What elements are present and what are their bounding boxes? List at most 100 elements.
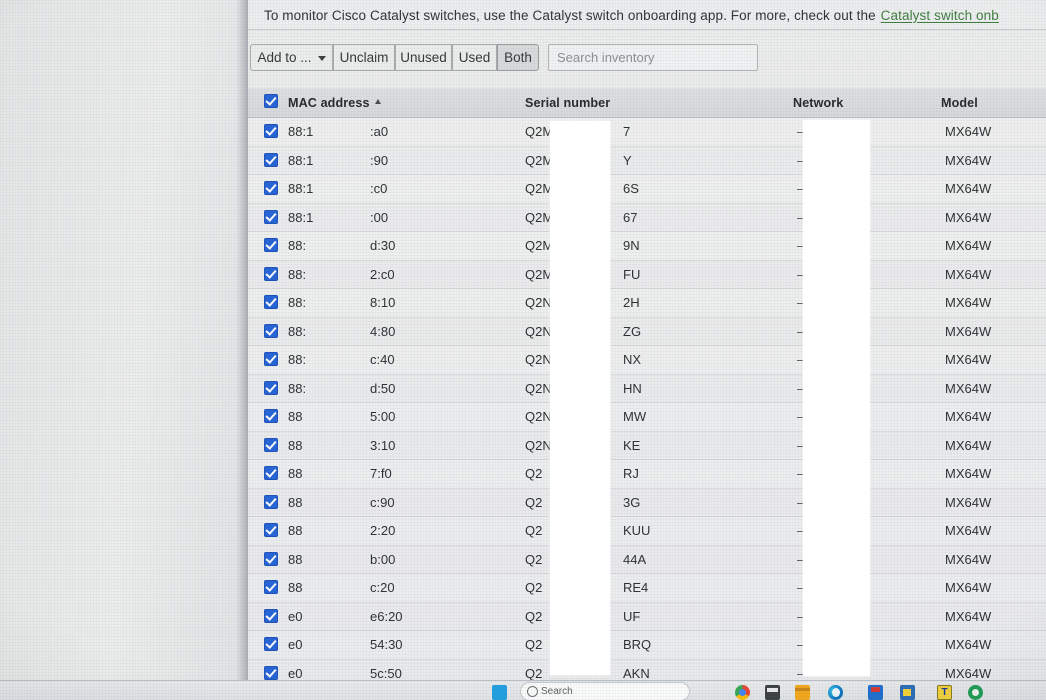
search-input[interactable] — [549, 45, 757, 70]
table-row[interactable]: 88 2:20 Q2 KUU — MX64W — [248, 517, 1046, 546]
cell-mac-address: 88: — [288, 295, 307, 311]
catalyst-banner: To monitor Cisco Catalyst switches, use … — [248, 0, 1046, 30]
row-select-checkbox[interactable] — [264, 409, 278, 423]
toolbox-icon[interactable] — [868, 685, 883, 700]
cell-serial-number: Q2N — [525, 352, 552, 368]
table-row[interactable]: e0 e6:20 Q2 UF — MX64W — [248, 602, 1046, 631]
cell-mac-address-suffix: :90 — [370, 152, 389, 168]
table-row[interactable]: e0 54:30 Q2 BRQ — MX64W — [248, 631, 1046, 660]
taskbar-search-box[interactable]: Search — [520, 682, 690, 700]
blue-app-icon[interactable] — [900, 685, 915, 700]
cell-serial-number-suffix: UF — [623, 608, 641, 624]
table-row[interactable]: 88: 8:10 Q2N 2H — MX64W — [248, 289, 1046, 318]
cell-model: MX64W — [945, 637, 992, 653]
cell-model: MX64W — [945, 352, 992, 368]
cell-mac-address: 88 — [288, 494, 303, 510]
row-select-checkbox[interactable] — [264, 551, 278, 566]
row-select-checkbox[interactable] — [264, 523, 278, 537]
cell-model: MX64W — [945, 181, 992, 197]
cell-mac-address: e0 — [288, 637, 303, 653]
cell-network: — — [797, 152, 810, 168]
table-row[interactable]: 88: 2:c0 Q2M FU — MX64W — [248, 260, 1046, 289]
cell-serial-number: Q2N — [525, 380, 552, 396]
cell-serial-number-suffix: FU — [623, 266, 641, 282]
cell-model: MX64W — [945, 437, 992, 453]
cell-serial-number-suffix: 67 — [623, 209, 638, 225]
cell-mac-address: 88 — [288, 409, 303, 425]
row-select-checkbox[interactable] — [264, 608, 278, 623]
cell-mac-address-suffix: d:30 — [370, 238, 396, 254]
row-select-checkbox[interactable] — [264, 181, 278, 195]
row-select-checkbox[interactable] — [264, 209, 278, 224]
row-select-checkbox[interactable] — [264, 266, 278, 281]
table-row[interactable]: 88 c:90 Q2 3G — MX64W — [248, 488, 1046, 517]
table-row[interactable]: 88 c:20 Q2 RE4 — MX64W — [248, 574, 1046, 603]
windows-start-icon[interactable] — [492, 685, 507, 700]
row-select-checkbox[interactable] — [264, 494, 278, 509]
cell-mac-address: 88 — [288, 551, 303, 567]
add-to-label: Add to ... — [257, 50, 312, 65]
column-header-model[interactable]: Model — [941, 88, 978, 117]
catalyst-switch-onboarding-link[interactable]: Catalyst switch onb — [881, 8, 999, 23]
cell-model: MX64W — [945, 551, 992, 567]
cell-serial-number: Q2N — [525, 323, 552, 339]
cell-model: MX64W — [945, 152, 992, 168]
column-header-mac-address[interactable]: MAC address — [288, 88, 381, 117]
row-select-checkbox[interactable] — [264, 352, 278, 366]
row-select-checkbox[interactable] — [264, 295, 278, 309]
unclaim-button[interactable]: Unclaim — [333, 44, 395, 71]
green-circle-icon[interactable] — [968, 685, 983, 700]
cell-model: MX64W — [945, 494, 992, 510]
filter-used-button[interactable]: Used — [452, 44, 497, 71]
table-row[interactable]: 88:1:a0 Q2M 7 — MX64W — [248, 118, 1046, 147]
row-select-checkbox[interactable] — [264, 152, 278, 167]
table-row[interactable]: 88: 4:80 Q2N ZG — MX64W — [248, 317, 1046, 346]
row-select-checkbox[interactable] — [264, 637, 278, 651]
windows-taskbar: Search T — [0, 680, 1046, 700]
search-inventory-field[interactable] — [548, 44, 758, 71]
row-select-checkbox[interactable] — [264, 466, 278, 480]
row-select-checkbox[interactable] — [264, 380, 278, 395]
table-row[interactable]: 88 b:00 Q2 44A — MX64W — [248, 545, 1046, 574]
cell-mac-address: 88: — [288, 323, 307, 339]
row-select-checkbox[interactable] — [264, 323, 278, 338]
table-row[interactable]: 88 7:f0 Q2 RJ — MX64W — [248, 460, 1046, 489]
chrome-icon[interactable] — [735, 685, 750, 700]
row-select-checkbox[interactable] — [264, 437, 278, 452]
filter-both-button[interactable]: Both — [497, 44, 539, 71]
cell-serial-number-suffix: ZG — [623, 323, 642, 339]
table-row[interactable]: 88: d:50 Q2N HN — MX64W — [248, 374, 1046, 403]
cell-network: — — [797, 608, 810, 624]
cell-model: MX64W — [945, 409, 992, 425]
row-select-checkbox[interactable] — [264, 124, 278, 138]
column-header-network[interactable]: Network — [793, 88, 843, 117]
cell-mac-address: 88:1 — [288, 181, 314, 197]
row-select-checkbox[interactable] — [264, 665, 278, 680]
table-row[interactable]: 88:1:90 Q2M Y — MX64W — [248, 146, 1046, 175]
cell-serial-number: Q2 — [525, 608, 543, 624]
cell-mac-address: 88 — [288, 466, 303, 482]
table-row[interactable]: 88: c:40 Q2N NX — MX64W — [248, 346, 1046, 375]
column-header-serial-number[interactable]: Serial number — [525, 88, 610, 117]
row-select-checkbox[interactable] — [264, 580, 278, 594]
dark-app-icon[interactable] — [765, 685, 780, 700]
teams-t-icon[interactable]: T — [937, 685, 952, 700]
filter-unused-button[interactable]: Unused — [395, 44, 452, 71]
search-icon — [527, 686, 538, 697]
cell-model: MX64W — [945, 124, 992, 140]
cell-serial-number: Q2 — [525, 494, 543, 510]
cell-serial-number-suffix: RE4 — [623, 580, 649, 596]
banner-text: To monitor Cisco Catalyst switches, use … — [248, 8, 999, 23]
cell-mac-address: 88 — [288, 523, 303, 539]
edge-icon[interactable] — [828, 685, 843, 700]
table-row[interactable]: 88 3:10 Q2N KE — MX64W — [248, 431, 1046, 460]
row-select-checkbox[interactable] — [264, 238, 278, 252]
table-row[interactable]: 88:1:00 Q2M 67 — MX64W — [248, 203, 1046, 232]
table-row[interactable]: 88 5:00 Q2N MW — MX64W — [248, 403, 1046, 432]
add-to-dropdown-button[interactable]: Add to ... — [250, 44, 333, 71]
table-row[interactable]: 88: d:30 Q2M 9N — MX64W — [248, 232, 1046, 261]
folder-icon[interactable] — [795, 685, 810, 700]
cell-model: MX64W — [945, 266, 992, 282]
table-row[interactable]: 88:1:c0 Q2M 6S — MX64W — [248, 175, 1046, 204]
select-all-checkbox[interactable] — [264, 94, 278, 108]
